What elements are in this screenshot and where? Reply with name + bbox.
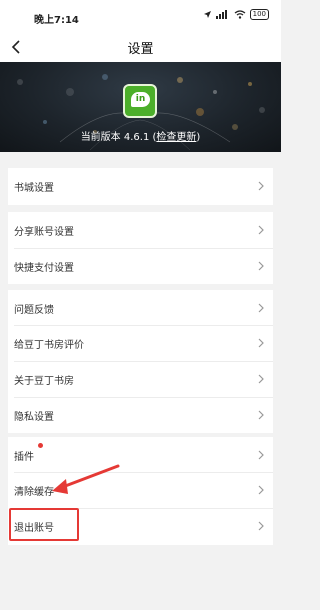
row-label: 书城设置 — [14, 183, 54, 194]
chevron-right-icon — [258, 261, 264, 271]
row-quick-pay-settings[interactable]: 快捷支付设置 — [8, 248, 273, 284]
settings-group-about: 问题反馈 给豆丁书房评价 关于豆丁书房 隐私设置 — [8, 290, 273, 433]
row-label: 快捷支付设置 — [14, 263, 74, 274]
row-privacy-settings[interactable]: 隐私设置 — [8, 397, 273, 433]
row-label: 问题反馈 — [14, 305, 54, 316]
chevron-right-icon — [258, 485, 264, 495]
location-icon — [203, 11, 211, 18]
row-bookstore-settings[interactable]: 书城设置 — [8, 168, 273, 204]
chevron-right-icon — [258, 521, 264, 531]
app-logo: in — [123, 84, 157, 118]
row-about[interactable]: 关于豆丁书房 — [8, 361, 273, 397]
logout-highlight-box — [9, 508, 79, 541]
signal-icon — [215, 10, 227, 19]
page-title: 设置 — [127, 42, 154, 57]
status-time: 晚上7:14 — [34, 15, 79, 26]
chevron-right-icon — [258, 225, 264, 235]
app-banner: in 当前版本 4.6.1 (检查更新) — [0, 62, 281, 152]
row-share-account-settings[interactable]: 分享账号设置 — [8, 212, 273, 248]
row-label: 分享账号设置 — [14, 227, 74, 238]
battery-icon: 100 — [249, 9, 269, 20]
version-label: 当前版本 4.6.1 ( — [80, 132, 157, 143]
status-bar: 晚上7:14 100 — [0, 0, 281, 34]
version-suffix: ) — [196, 132, 201, 143]
settings-group-bookstore: 书城设置 — [8, 168, 273, 205]
row-label: 关于豆丁书房 — [14, 376, 74, 387]
chevron-right-icon — [258, 450, 264, 460]
row-label: 清除缓存 — [14, 487, 54, 498]
chevron-right-icon — [258, 303, 264, 313]
row-feedback[interactable]: 问题反馈 — [8, 290, 273, 326]
row-label: 插件 — [14, 452, 34, 463]
wifi-icon — [234, 10, 246, 19]
row-plugins[interactable]: 插件 — [8, 437, 273, 473]
new-badge-dot — [38, 443, 43, 448]
chevron-right-icon — [258, 338, 264, 348]
row-label: 隐私设置 — [14, 412, 54, 423]
row-clear-cache[interactable]: 清除缓存 — [8, 472, 273, 508]
nav-bar: 设置 — [0, 34, 281, 62]
status-icons: 100 — [203, 9, 269, 20]
app-logo-text: in — [131, 92, 150, 107]
chevron-right-icon — [258, 374, 264, 384]
row-label: 给豆丁书房评价 — [14, 340, 84, 351]
chevron-right-icon — [258, 181, 264, 191]
version-info: 当前版本 4.6.1 (检查更新) — [0, 128, 281, 143]
row-rate-app[interactable]: 给豆丁书房评价 — [8, 325, 273, 361]
check-update-link[interactable]: 检查更新 — [156, 132, 196, 143]
chevron-right-icon — [258, 410, 264, 420]
settings-group-account: 分享账号设置 快捷支付设置 — [8, 212, 273, 284]
